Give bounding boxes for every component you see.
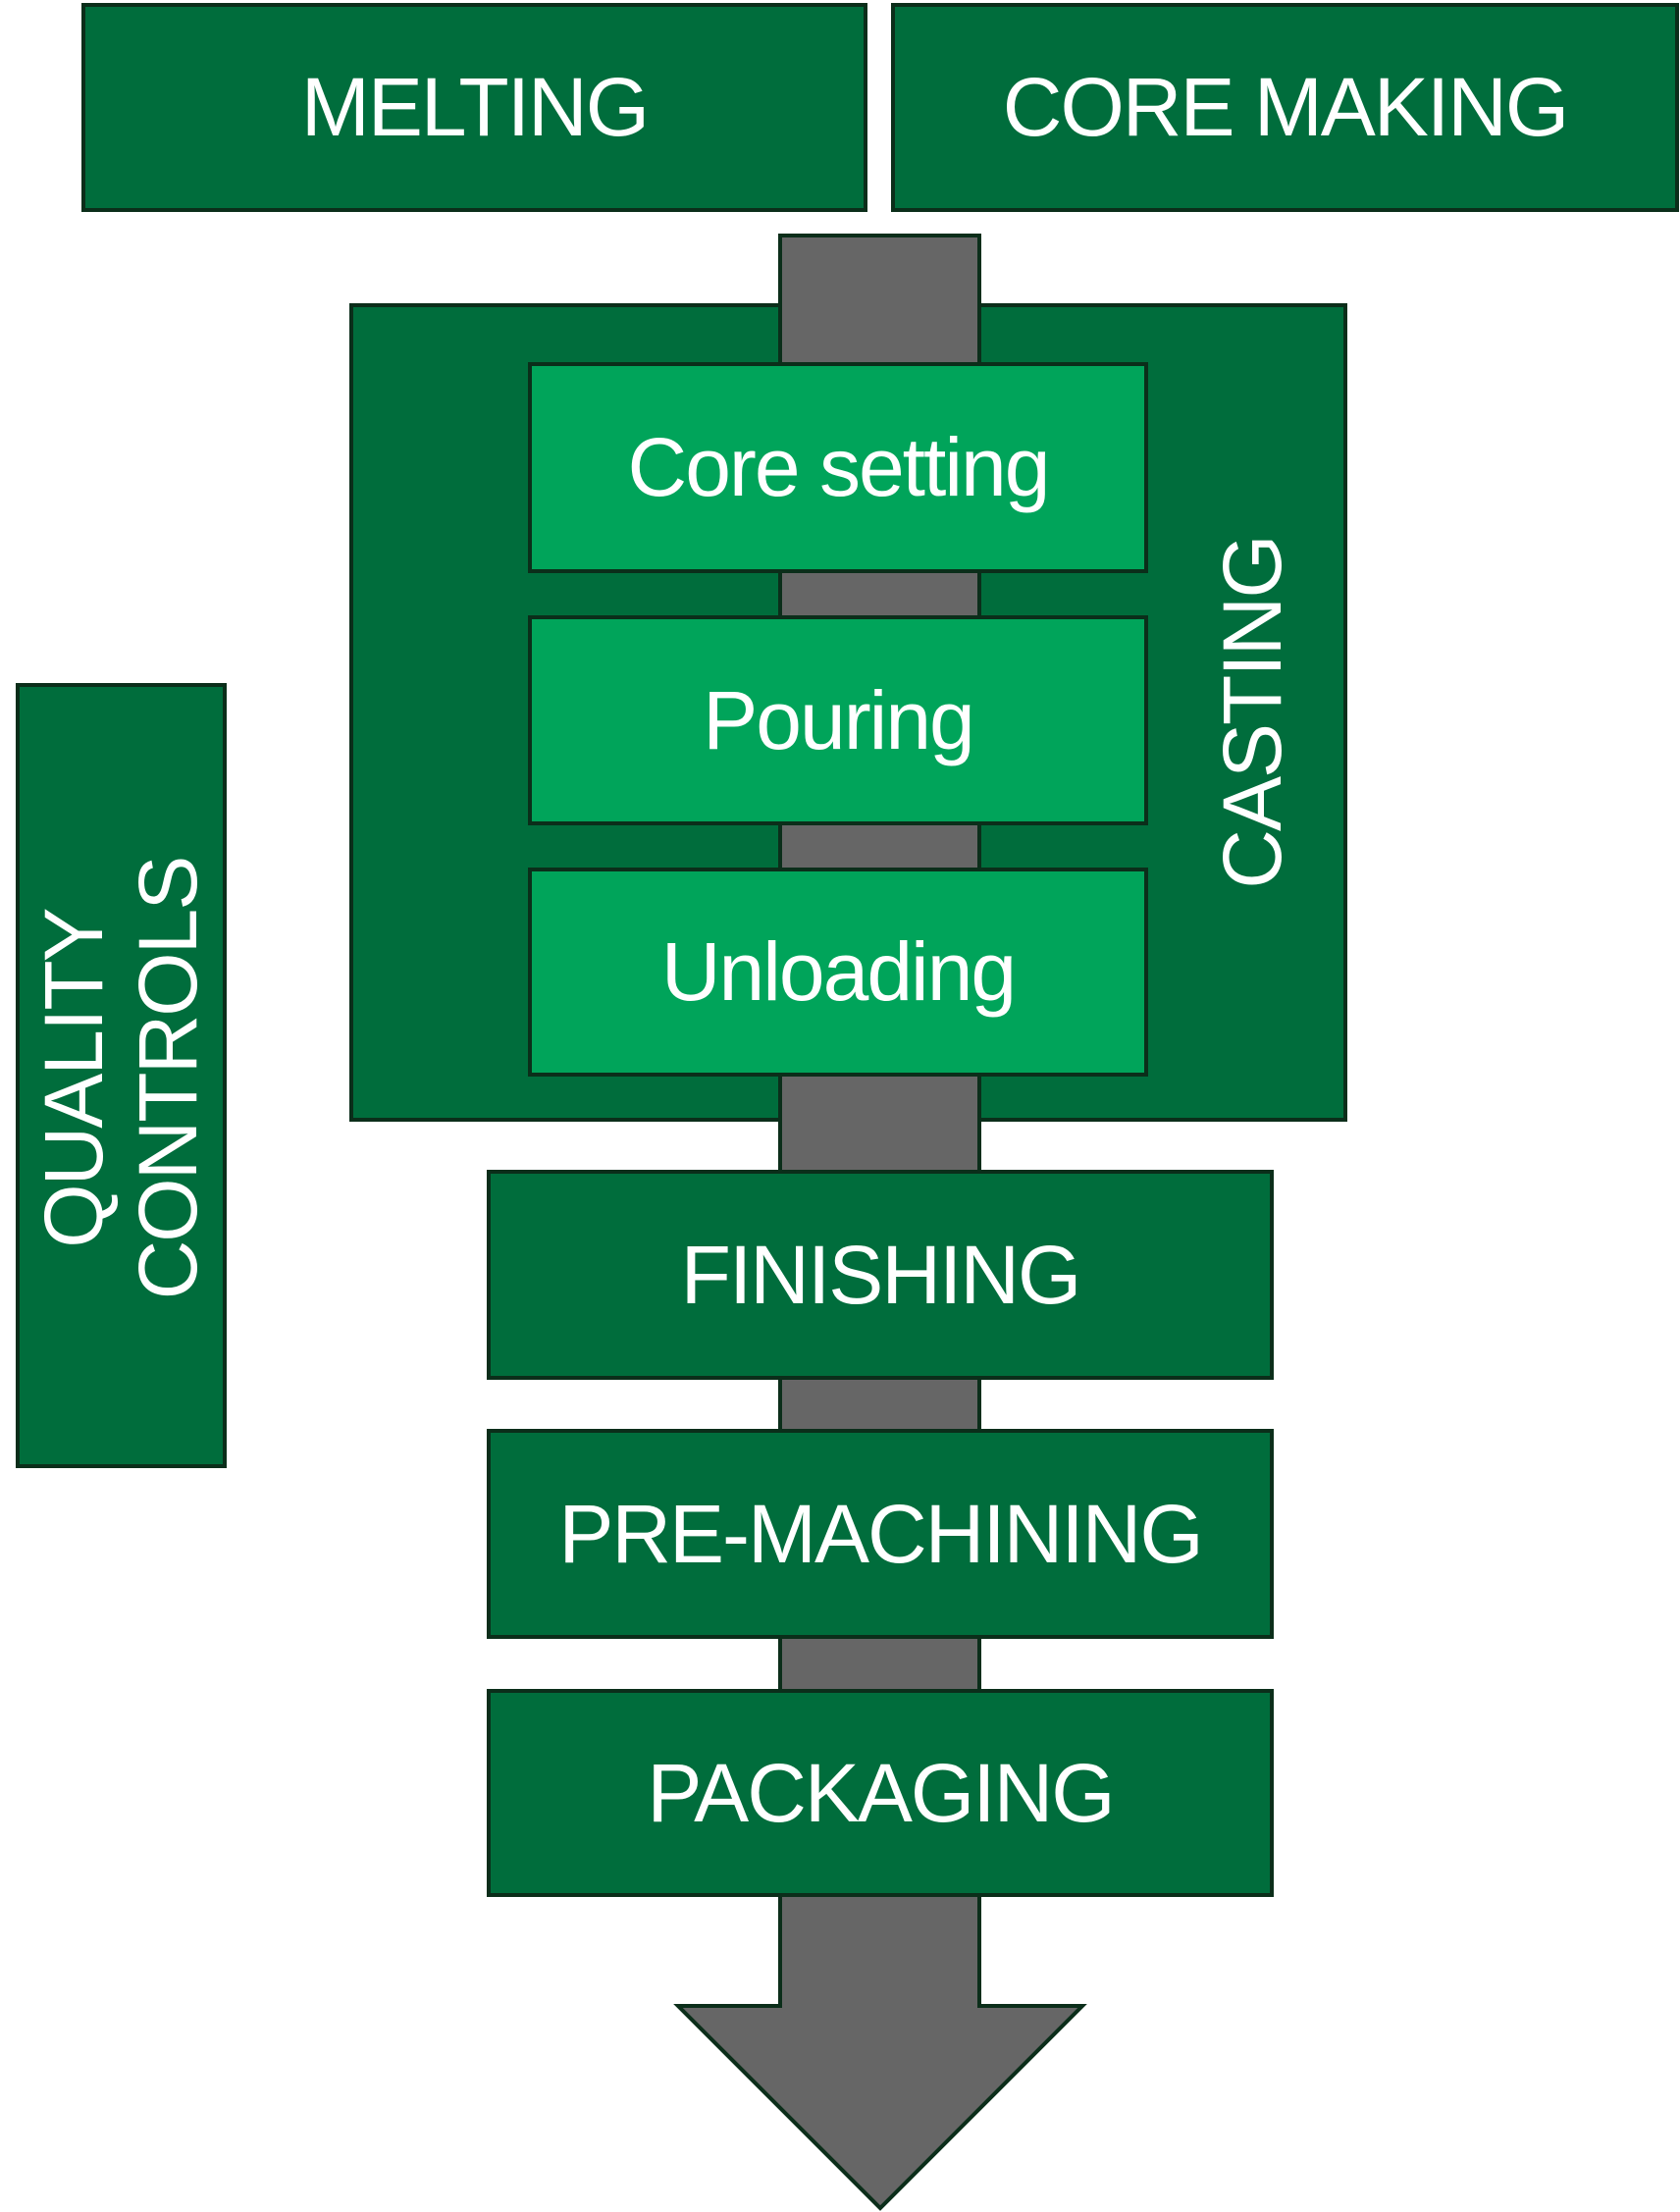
packaging-label: PACKAGING <box>647 1746 1115 1839</box>
step-unloading: Unloading <box>528 868 1148 1077</box>
quality-controls-label: QUALITY CONTROLS <box>26 686 215 1471</box>
pouring-label: Pouring <box>703 673 975 766</box>
core-setting-label: Core setting <box>627 421 1051 513</box>
finishing-label: FINISHING <box>680 1228 1082 1321</box>
step-core-setting: Core setting <box>528 362 1148 573</box>
step-pouring: Pouring <box>528 615 1148 825</box>
casting-label: CASTING <box>1206 536 1298 889</box>
finishing-box: FINISHING <box>487 1170 1274 1380</box>
packaging-box: PACKAGING <box>487 1689 1274 1897</box>
pre-machining-label: PRE-MACHINING <box>558 1487 1203 1580</box>
quality-label: QUALITY <box>27 909 120 1248</box>
unloading-label: Unloading <box>660 925 1017 1018</box>
controls-label: CONTROLS <box>122 857 214 1300</box>
pre-machining-box: PRE-MACHINING <box>487 1429 1274 1639</box>
